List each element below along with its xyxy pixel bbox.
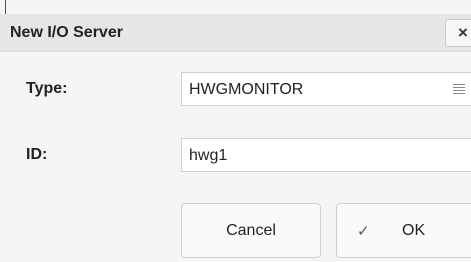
dialog-title: New I/O Server [10,24,123,41]
id-input[interactable]: hwg1 [181,138,471,172]
window-edge-mark [5,0,6,14]
id-label: ID: [26,146,48,163]
checkmark-icon: ✓ [357,223,370,240]
type-label: Type: [26,80,68,97]
dialog-titlebar: New I/O Server × [0,14,471,52]
new-io-server-dialog: New I/O Server × Type: HWGMONITOR ID: hw… [0,0,471,262]
list-menu-icon[interactable] [453,84,465,94]
close-icon: × [458,23,468,42]
close-button[interactable]: × [445,19,471,47]
cancel-button-label: Cancel [226,222,276,239]
id-input-value: hwg1 [189,147,228,164]
type-select[interactable]: HWGMONITOR [181,72,471,106]
ok-button[interactable]: ✓ OK [336,203,471,258]
ok-button-label: OK [402,222,426,239]
type-select-value: HWGMONITOR [189,81,304,98]
cancel-button[interactable]: Cancel [181,203,321,258]
